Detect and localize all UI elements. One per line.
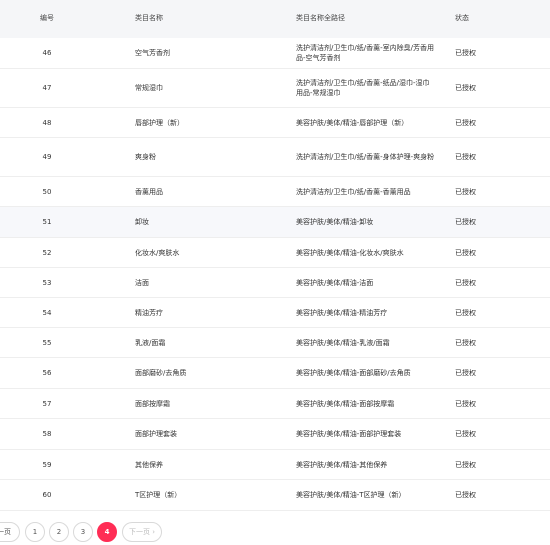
table-row: 48 唇部护理（新） 美容护肤/美体/精油-唇部护理（新） 已授权: [0, 108, 550, 138]
row-name: 面部护理套装: [135, 430, 177, 438]
row-name: 空气芳香剂: [135, 49, 170, 57]
row-path: 美容护肤/美体/精油-面部护理套装: [296, 430, 402, 438]
row-path: 美容护肤/美体/精油-洁面: [296, 278, 374, 287]
row-id: 52: [42, 248, 52, 257]
prev-page-button[interactable]: 一页: [0, 522, 20, 542]
row-id: 53: [42, 278, 52, 287]
row-id: 48: [42, 118, 52, 127]
table-row: 49 爽身粉 洗护清洁剂/卫生巾/纸/香薰-身体护理-爽身粉 已授权: [0, 138, 550, 177]
row-status: 已授权: [455, 187, 476, 196]
row-name: 乳液/面霜: [135, 338, 166, 347]
table-row: 53 洁面 美容护肤/美体/精油-洁面 已授权: [0, 268, 550, 298]
row-id: 58: [42, 430, 52, 438]
row-status: 已授权: [455, 118, 476, 127]
row-id: 49: [42, 153, 52, 161]
row-path: 美容护肤/美体/精油-其他保养: [296, 460, 388, 469]
row-id: 59: [42, 460, 52, 469]
row-path: 美容护肤/美体/精油-卸妆: [296, 218, 374, 226]
row-id: 60: [42, 491, 52, 499]
row-name: 香薰用品: [135, 187, 163, 196]
page-button-1[interactable]: 1: [25, 522, 45, 542]
row-status: 已授权: [455, 218, 476, 226]
page-button-3[interactable]: 3: [73, 522, 93, 542]
row-status: 已授权: [455, 248, 476, 257]
row-path: 美容护肤/美体/精油-乳液/面霜: [296, 338, 390, 347]
table-header: 编号 类目名称 类目名称全路径 状态: [0, 0, 550, 38]
row-id: 51: [42, 218, 52, 226]
page-button-2[interactable]: 2: [49, 522, 69, 542]
table-row: 52 化妆水/爽肤水 美容护肤/美体/精油-化妆水/爽肤水 已授权: [0, 238, 550, 268]
row-path: 美容护肤/美体/精油-化妆水/爽肤水: [296, 248, 404, 257]
table-row: 55 乳液/面霜 美容护肤/美体/精油-乳液/面霜 已授权: [0, 328, 550, 358]
row-name: 精油芳疗: [135, 308, 163, 317]
row-status: 已授权: [455, 460, 476, 469]
header-status: 状态: [455, 14, 469, 22]
table-row: 56 面部磨砂/去角质 美容护肤/美体/精油-面部磨砂/去角质 已授权: [0, 358, 550, 389]
row-id: 57: [42, 399, 52, 408]
table-row: 60 T区护理（新） 美容护肤/美体/精油-T区护理（新） 已授权: [0, 480, 550, 511]
row-path: 洗护清洁剂/卫生巾/纸/香薰-香薰用品: [296, 187, 411, 196]
row-id: 50: [42, 187, 52, 196]
row-name: 常规湿巾: [135, 84, 163, 92]
row-path: 洗护清洁剂/卫生巾/纸/香薰-纸品/湿巾-湿巾用品-常规湿巾: [296, 79, 430, 97]
table-row: 58 面部护理套装 美容护肤/美体/精油-面部护理套装 已授权: [0, 419, 550, 450]
header-path: 类目名称全路径: [296, 14, 345, 22]
row-status: 已授权: [455, 49, 476, 57]
row-id: 56: [42, 369, 52, 377]
table-row: 47 常规湿巾 洗护清洁剂/卫生巾/纸/香薰-纸品/湿巾-湿巾用品-常规湿巾 已授权: [0, 69, 550, 108]
row-status: 已授权: [455, 430, 476, 438]
row-path: 美容护肤/美体/精油-面部按摩霜: [296, 399, 395, 408]
row-name: T区护理（新）: [135, 491, 182, 499]
row-status: 已授权: [455, 338, 476, 347]
row-path: 美容护肤/美体/精油-T区护理（新）: [296, 491, 406, 499]
next-page-button[interactable]: 下一页 ›: [122, 522, 162, 542]
table-row: 46 空气芳香剂 洗护清洁剂/卫生巾/纸/香薰-室内除臭/芳香用品-空气芳香剂 已授权: [0, 38, 550, 69]
table-row: 51 卸妆 美容护肤/美体/精油-卸妆 已授权: [0, 207, 550, 238]
table-row: 54 精油芳疗 美容护肤/美体/精油-精油芳疗 已授权: [0, 298, 550, 328]
row-name: 面部按摩霜: [135, 399, 170, 408]
row-status: 已授权: [455, 153, 476, 161]
row-id: 46: [42, 49, 52, 57]
pagination: 一页 1 2 3 4 下一页 ›: [0, 522, 550, 544]
header-id: 编号: [40, 14, 54, 22]
row-path: 美容护肤/美体/精油-面部磨砂/去角质: [296, 369, 411, 377]
row-id: 55: [42, 338, 52, 347]
row-path: 洗护清洁剂/卫生巾/纸/香薰-室内除臭/芳香用品-空气芳香剂: [296, 44, 434, 62]
row-name: 唇部护理（新）: [135, 118, 184, 127]
row-name: 卸妆: [135, 218, 149, 226]
row-name: 爽身粉: [135, 153, 156, 161]
row-name: 其他保养: [135, 460, 163, 469]
row-name: 面部磨砂/去角质: [135, 369, 187, 377]
row-status: 已授权: [455, 278, 476, 287]
row-status: 已授权: [455, 399, 476, 408]
row-status: 已授权: [455, 491, 476, 499]
row-status: 已授权: [455, 369, 476, 377]
page-button-4[interactable]: 4: [97, 522, 117, 542]
header-name: 类目名称: [135, 14, 163, 22]
row-status: 已授权: [455, 308, 476, 317]
table-row: 57 面部按摩霜 美容护肤/美体/精油-面部按摩霜 已授权: [0, 389, 550, 419]
row-path: 洗护清洁剂/卫生巾/纸/香薰-身体护理-爽身粉: [296, 153, 435, 161]
table-row: 59 其他保养 美容护肤/美体/精油-其他保养 已授权: [0, 450, 550, 480]
row-status: 已授权: [455, 84, 476, 92]
table-row: 50 香薰用品 洗护清洁剂/卫生巾/纸/香薰-香薰用品 已授权: [0, 177, 550, 207]
row-name: 洁面: [135, 278, 149, 287]
row-path: 美容护肤/美体/精油-精油芳疗: [296, 308, 388, 317]
row-path: 美容护肤/美体/精油-唇部护理（新）: [296, 118, 409, 127]
row-name: 化妆水/爽肤水: [135, 248, 180, 257]
row-id: 54: [42, 308, 52, 317]
row-id: 47: [42, 84, 52, 92]
